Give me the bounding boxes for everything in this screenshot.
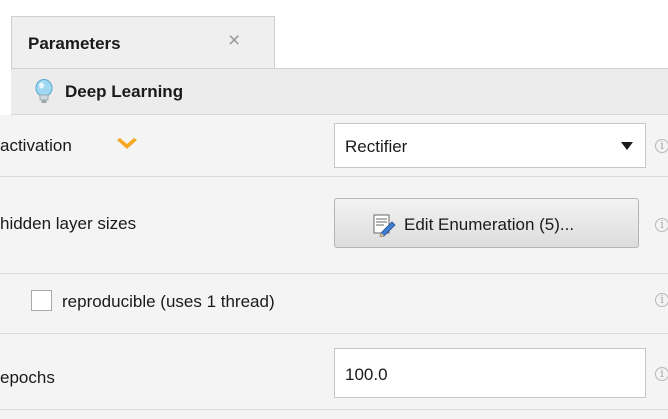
epochs-input[interactable]: 100.0	[334, 348, 646, 398]
edit-list-icon	[373, 214, 396, 237]
tab-parameters[interactable]: Parameters ×	[11, 16, 275, 69]
param-label-hidden-layer-sizes: hidden layer sizes	[0, 214, 137, 233]
param-row-hidden-layer-sizes: hidden layer sizes Edit Enumeration (5).…	[0, 177, 668, 274]
edit-enumeration-button[interactable]: Edit Enumeration (5)...	[334, 198, 639, 248]
info-icon[interactable]: i	[655, 139, 668, 153]
param-row-activation: activation Rectifier i	[0, 115, 668, 177]
close-icon[interactable]: ×	[228, 30, 240, 51]
dropdown-arrow-icon[interactable]	[621, 142, 633, 150]
lightbulb-icon	[35, 79, 53, 103]
activation-value: Rectifier	[345, 137, 408, 156]
param-label-activation: activation	[0, 136, 72, 155]
info-icon[interactable]: i	[655, 218, 668, 232]
param-label-epochs: epochs	[0, 368, 55, 387]
param-row-epochs: epochs 100.0 i	[0, 334, 668, 410]
info-icon[interactable]: i	[655, 367, 668, 381]
chevron-down-icon[interactable]	[116, 138, 138, 152]
section-header: Deep Learning	[11, 69, 668, 115]
reproducible-checkbox[interactable]	[31, 290, 52, 311]
parameters-panel: Parameters × Deep Learning activation Re…	[0, 0, 668, 419]
param-label-reproducible[interactable]: reproducible (uses 1 thread)	[62, 292, 275, 312]
info-icon[interactable]: i	[655, 293, 668, 307]
param-row-reproducible: reproducible (uses 1 thread) i	[0, 274, 668, 334]
tab-title: Parameters	[28, 34, 121, 53]
epochs-value: 100.0	[345, 365, 388, 384]
param-row-next	[0, 410, 668, 419]
activation-select[interactable]: Rectifier	[334, 123, 646, 168]
section-title: Deep Learning	[65, 82, 184, 101]
edit-enumeration-label: Edit Enumeration (5)...	[404, 215, 575, 234]
